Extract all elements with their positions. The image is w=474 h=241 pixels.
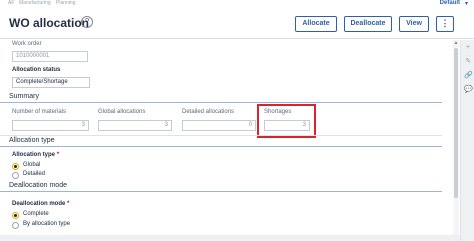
page-title: WO allocation [9, 16, 90, 30]
radio-button[interactable] [12, 222, 19, 229]
radio-button[interactable] [12, 172, 19, 179]
allocation-type-label: Allocation type * [12, 152, 59, 158]
radio-button-selected[interactable] [12, 212, 19, 219]
edit-icon[interactable]: ✎ [464, 58, 472, 66]
deallocation-mode-label-text: Deallocation mode [12, 201, 66, 207]
scroll-up-icon[interactable]: ▲ [453, 40, 459, 46]
page-header: WO allocation ? Allocate Deallocate View… [0, 9, 474, 39]
summary-divider [0, 102, 442, 103]
required-indicator: * [67, 201, 70, 207]
link-icon[interactable]: 🔗 [464, 72, 473, 80]
shortages-label: Shortages [264, 109, 292, 115]
allocation-type-label-text: Allocation type [12, 152, 56, 158]
deallocation-mode-label: Deallocation mode * [12, 201, 69, 207]
breadcrumb-item-all[interactable]: All [8, 0, 14, 6]
horizontal-scrollbar[interactable] [0, 235, 460, 241]
summary-heading: Summary [9, 93, 39, 100]
side-panel: + ✎ 🔗 💬 [460, 40, 474, 241]
allocation-status-label: Allocation status [12, 67, 61, 73]
help-icon[interactable]: ? [81, 16, 93, 28]
scroll-thumb[interactable] [454, 48, 458, 198]
comment-icon[interactable]: 💬 [464, 86, 473, 94]
number-of-materials-label: Number of materials [12, 109, 67, 115]
allocation-status-field: Complete/Shortage [12, 77, 90, 88]
section-divider [0, 135, 442, 136]
radio-button-selected[interactable] [12, 163, 19, 170]
deallocate-button[interactable]: Deallocate [344, 16, 392, 32]
shortages-field: 3 [264, 120, 310, 131]
detailed-allocations-field: 0 [182, 120, 256, 131]
form-content: Work order 1010000001 Allocation status … [0, 40, 442, 235]
work-order-field: 1010000001 [12, 51, 88, 62]
radio-detailed-label: Detailed [23, 171, 46, 177]
add-icon[interactable]: + [464, 44, 472, 52]
radio-global-label: Global [23, 162, 41, 168]
radio-complete-label: Complete [23, 211, 49, 217]
detailed-allocations-label: Detailed allocations [182, 109, 235, 115]
breadcrumb: All Manufacturing Planning [8, 0, 80, 6]
more-options-button[interactable]: ⋮ [436, 16, 454, 32]
breadcrumb-item-planning[interactable]: Planning [56, 0, 75, 6]
allocation-type-divider [0, 146, 442, 147]
global-allocations-field: 3 [98, 120, 172, 131]
top-bar: All Manufacturing Planning Default ▾ [0, 0, 474, 9]
radio-by-allocation-type-label: By allocation type [23, 221, 71, 227]
view-button[interactable]: View [399, 16, 429, 32]
breadcrumb-item-manufacturing[interactable]: Manufacturing [19, 0, 51, 6]
vertical-scrollbar[interactable]: ▲ [453, 40, 459, 235]
deallocation-mode-divider [0, 191, 442, 192]
chevron-down-icon[interactable]: ▾ [465, 0, 468, 7]
global-allocations-label: Global allocations [98, 109, 146, 115]
user-menu[interactable]: Default [440, 0, 460, 6]
required-indicator: * [56, 152, 60, 158]
allocation-type-heading: Allocation type [9, 137, 55, 144]
deallocation-mode-heading: Deallocation mode [9, 182, 67, 189]
number-of-materials-field: 3 [12, 120, 89, 131]
work-order-label: Work order [12, 41, 42, 47]
allocate-button[interactable]: Allocate [295, 16, 337, 32]
